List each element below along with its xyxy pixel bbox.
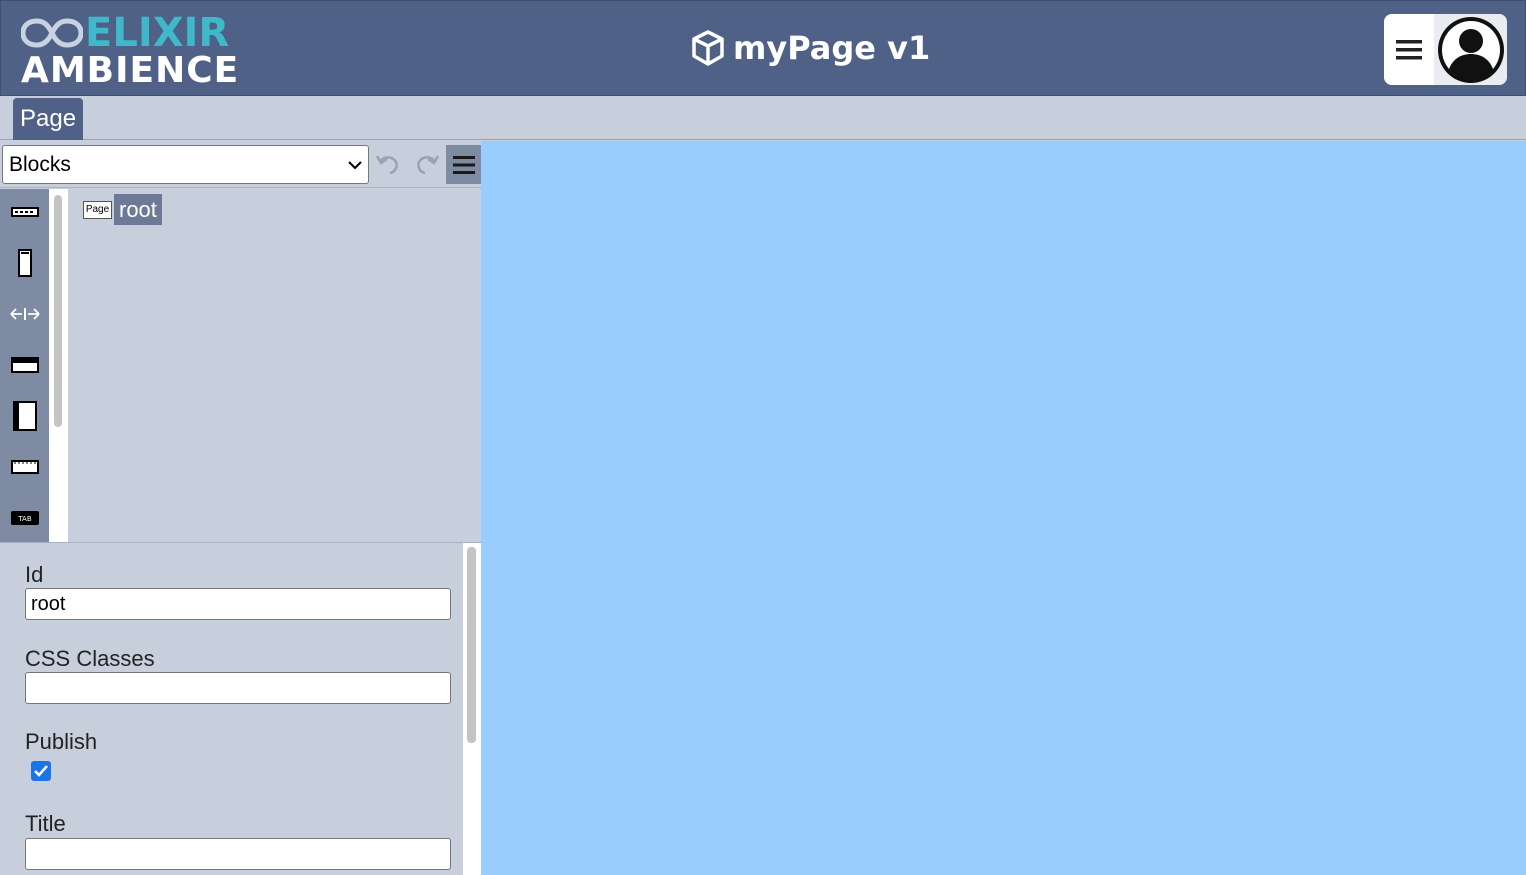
cube-icon [692, 30, 724, 66]
undo-icon[interactable] [375, 151, 401, 177]
tree-node-label[interactable]: root [114, 194, 162, 225]
row-block-icon [11, 207, 39, 217]
palette-scrollbar[interactable] [49, 189, 68, 542]
view-select[interactable]: Blocks [2, 145, 369, 184]
palette-card-block[interactable] [10, 452, 40, 482]
chevron-down-icon [348, 161, 362, 170]
tab-block-text: TAB [17, 515, 32, 523]
block-palette: TAB [0, 189, 49, 542]
palette-sidebar-block[interactable] [10, 401, 40, 431]
user-avatar[interactable] [1434, 14, 1507, 85]
view-select-value: Blocks [9, 153, 71, 176]
hamburger-icon [452, 155, 475, 174]
title-field[interactable] [25, 838, 451, 870]
editor-toolbar: Blocks [0, 141, 481, 188]
sidebar-block-icon [13, 401, 37, 431]
infinity-logo-icon [21, 18, 83, 48]
palette-row-block[interactable] [10, 197, 40, 227]
app-title: myPage v1 [691, 28, 930, 68]
properties-scrollbar-thumb[interactable] [467, 547, 476, 743]
palette-column-block[interactable] [10, 248, 40, 278]
palette-tab-block[interactable]: TAB [10, 503, 40, 533]
tab-block-icon: TAB [11, 511, 39, 525]
redo-icon[interactable] [414, 151, 440, 177]
main-menu-button[interactable] [1384, 14, 1434, 85]
id-label: Id [25, 562, 44, 587]
page-node-icon: Page [83, 200, 112, 219]
palette-scrollbar-thumb[interactable] [54, 195, 62, 427]
editor-left-panel: Blocks TAB Page root Id root CSS Classes… [0, 141, 481, 875]
publish-label: Publish [25, 729, 98, 754]
app-header: ELIXIR AMBIENCE myPage v1 [0, 0, 1526, 96]
palette-header-block[interactable] [10, 350, 40, 380]
properties-scrollbar[interactable] [463, 543, 481, 875]
header-block-icon [11, 357, 39, 373]
tab-bar: Page [0, 96, 1526, 140]
css-classes-field[interactable] [25, 672, 451, 704]
properties-panel: Id root CSS Classes Publish Title [0, 542, 481, 875]
app-title-text: myPage v1 [733, 29, 931, 67]
checkmark-icon [34, 765, 48, 777]
publish-checkbox[interactable] [31, 761, 51, 781]
elixir-ambience-logo[interactable]: ELIXIR AMBIENCE [21, 10, 238, 89]
page-canvas[interactable] [481, 141, 1526, 875]
spacer-block-icon [10, 308, 40, 320]
block-tree: Page root [68, 189, 481, 542]
user-menu [1384, 14, 1507, 85]
tree-node-root[interactable]: Page root [83, 194, 162, 225]
tab-page[interactable]: Page [13, 98, 84, 140]
logo-text-ambience: AMBIENCE [21, 50, 240, 91]
palette-spacer-block[interactable] [10, 299, 40, 329]
editor-menu-button[interactable] [446, 145, 481, 184]
title-label: Title [25, 811, 66, 836]
column-block-icon [18, 249, 32, 277]
css-classes-label: CSS Classes [25, 646, 155, 671]
card-block-icon [11, 460, 39, 474]
user-avatar-icon [1437, 16, 1504, 83]
logo-text-elixir: ELIXIR [85, 10, 230, 56]
id-field[interactable]: root [25, 588, 451, 620]
hamburger-icon [1396, 39, 1422, 59]
